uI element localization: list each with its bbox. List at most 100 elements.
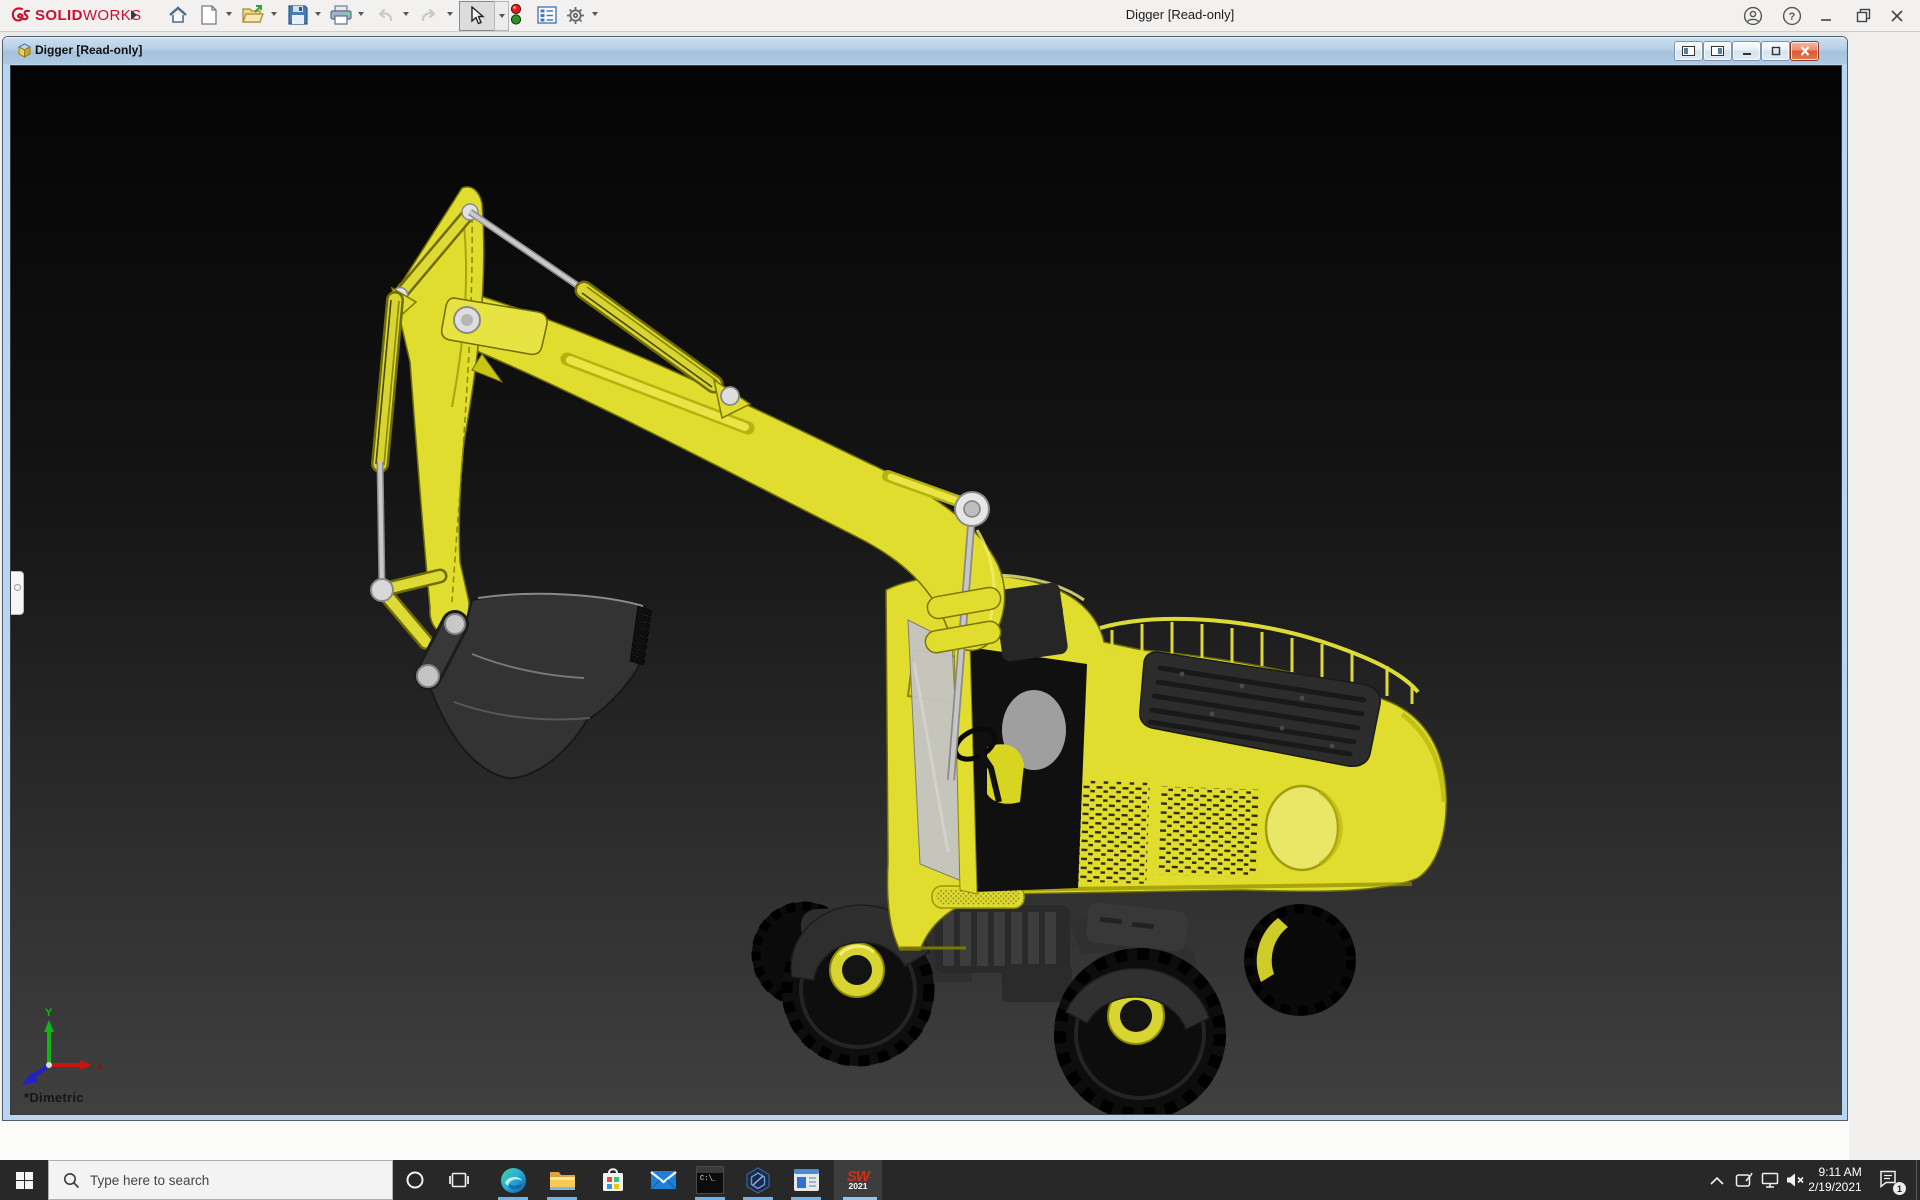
gear-icon [565,5,586,26]
solidworks-logo: SOLIDWORKS [8,3,142,28]
triad-y-label: Y [45,1007,53,1019]
cortana-button[interactable] [393,1160,437,1200]
redo-dropdown-arrow[interactable] [447,12,453,16]
document-title-bar[interactable]: Digger [Read-only] [3,37,1847,64]
rebuild-traffic-light-icon [510,4,522,26]
solidworks-icon-label: SW [847,1171,869,1182]
side-window-glass [968,647,1087,892]
tray-time: 9:11 AM [1808,1165,1861,1180]
collapse-tab-dot-icon [14,584,21,591]
volume-muted-icon [1786,1172,1805,1188]
pane-toggle-right-button[interactable] [1703,41,1732,61]
close-icon [1890,9,1904,23]
mdi-background-bottom [0,1121,1849,1160]
excavator-model[interactable]: Y x [11,66,1842,1115]
hexagon-app-icon [745,1167,771,1194]
pane-right-icon [1711,46,1724,56]
document-restore-button[interactable] [1761,41,1790,61]
show-desktop-button[interactable] [1916,1160,1917,1200]
file-properties-button[interactable] [534,2,560,28]
feature-pane-collapse-tab[interactable] [11,571,24,615]
document-close-button[interactable] [1790,41,1819,61]
far-rear-wheel[interactable] [1244,904,1356,1016]
select-tool-button[interactable] [459,1,495,31]
redo-button[interactable] [416,2,442,28]
undo-button[interactable] [372,2,398,28]
taskbar-app-mail[interactable] [639,1160,687,1200]
menu-flyout-arrow-icon[interactable] [131,10,137,20]
chevron-up-icon [1710,1176,1724,1185]
action-center-button[interactable]: 1 [1868,1160,1912,1200]
document-minimize-icon [1741,46,1753,56]
print-dropdown-arrow[interactable] [358,12,364,16]
document-title: Digger [Read-only] [35,43,142,57]
new-dropdown-arrow[interactable] [226,12,232,16]
pen-tablet-icon [1735,1172,1753,1188]
tray-volume-button[interactable] [1782,1160,1808,1200]
tray-pen-tablet-button[interactable] [1731,1160,1757,1200]
mdi-background-right [1849,32,1920,1160]
task-view-button[interactable] [437,1160,481,1200]
restore-button[interactable] [1848,2,1878,29]
search-input[interactable] [88,1172,342,1189]
tray-date: 2/19/2021 [1808,1180,1861,1195]
start-button[interactable] [0,1160,48,1200]
save-button[interactable] [285,2,311,28]
taskbar-app-window[interactable] [782,1160,830,1200]
tray-network-button[interactable] [1757,1160,1783,1200]
tray-clock[interactable]: 9:11 AM 2/19/2021 [1806,1160,1864,1200]
help-button[interactable]: ? [1777,2,1807,29]
solidworks-logo-icon [8,4,32,28]
file-properties-icon [537,6,557,24]
account-button[interactable] [1738,2,1768,29]
new-document-icon [200,5,218,25]
windows-taskbar: C:\ _ SW 2021 [0,1160,1920,1200]
task-view-icon [449,1171,469,1189]
open-folder-icon [242,5,264,25]
network-icon [1761,1172,1779,1188]
pane-left-icon [1682,46,1695,56]
taskbar-app-solidworks[interactable]: SW 2021 [834,1160,882,1200]
window-app-icon [793,1168,820,1192]
document-window: Digger [Read-only] [2,36,1848,1121]
open-dropdown-arrow[interactable] [271,12,277,16]
file-explorer-icon [549,1168,576,1192]
undo-dropdown-arrow[interactable] [403,12,409,16]
taskbar-app-command-prompt[interactable]: C:\ _ [686,1160,734,1200]
mail-icon [650,1169,677,1191]
pane-toggle-left-button[interactable] [1674,41,1703,61]
taskbar-app-edge[interactable] [489,1160,537,1200]
save-dropdown-arrow[interactable] [315,12,321,16]
document-minimize-button[interactable] [1732,41,1761,61]
view-orientation-label: *Dimetric [24,1090,84,1105]
orientation-triad: Y x [22,1007,103,1085]
tray-overflow-button[interactable] [1702,1160,1732,1200]
document-close-icon [1799,46,1811,56]
help-icon: ? [1782,6,1802,26]
save-icon [288,5,308,25]
new-document-button[interactable] [196,2,222,28]
part-document-icon [16,42,33,59]
svg-text:?: ? [1789,11,1796,23]
rebuild-button[interactable] [503,2,529,28]
options-dropdown-arrow[interactable] [592,12,598,16]
select-cursor-icon [469,6,485,26]
taskbar-search[interactable] [48,1160,393,1200]
taskbar-app-file-explorer[interactable] [538,1160,586,1200]
taskbar-app-microsoft-store[interactable] [589,1160,637,1200]
minimize-button[interactable] [1811,2,1841,29]
brand-text: SOLIDWORKS [35,7,142,24]
home-icon [168,5,188,25]
bucket[interactable] [417,594,652,779]
home-button[interactable] [165,2,191,28]
taskbar-app-hexagon[interactable] [734,1160,782,1200]
graphics-viewport[interactable]: Y x *Dimetric [10,65,1842,1115]
side-vent-right [1158,786,1259,877]
notification-badge: 1 [1893,1182,1906,1195]
close-button[interactable] [1882,2,1912,29]
print-button[interactable] [328,2,354,28]
options-button[interactable] [562,2,588,28]
triad-x-label: x [97,1062,103,1073]
app-window-title: Digger [Read-only] [1030,7,1330,22]
open-button[interactable] [240,2,266,28]
